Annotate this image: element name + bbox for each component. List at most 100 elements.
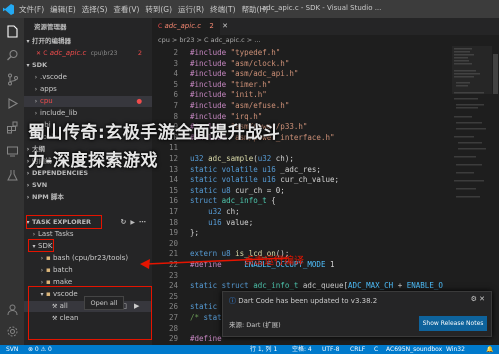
wrench-icon: ⚒ bbox=[52, 315, 58, 322]
account-icon[interactable] bbox=[3, 300, 21, 318]
open-editor-filename: adc_apic.c bbox=[49, 49, 87, 57]
show-release-notes-button[interactable]: Show Release Notes bbox=[419, 316, 487, 331]
sdk-task-folder[interactable]: ▾ SDK bbox=[24, 241, 152, 252]
line-number: 4 bbox=[173, 69, 178, 79]
extensions-icon[interactable] bbox=[3, 118, 21, 136]
task-explorer-header[interactable]: ▾ TASK EXPLORER ↻ ▶ ⋯ bbox=[24, 217, 152, 228]
scroll-thumb[interactable] bbox=[493, 54, 498, 94]
source-control-icon[interactable] bbox=[3, 70, 21, 88]
task-group-make[interactable]: › ▪ make bbox=[24, 277, 152, 288]
last-tasks-label: Last Tasks bbox=[38, 230, 74, 238]
folder-icon: ▪ bbox=[46, 254, 51, 262]
task-explorer-label: TASK EXPLORER bbox=[32, 218, 92, 226]
folder-icon: ▪ bbox=[46, 290, 51, 298]
status-platform[interactable]: Win32 bbox=[446, 345, 465, 354]
chevron-down-icon: ▾ bbox=[26, 219, 30, 226]
line-number: 15 bbox=[168, 185, 178, 195]
close-icon[interactable]: ✕ bbox=[36, 50, 41, 57]
status-indentation[interactable]: 空格: 4 bbox=[292, 345, 312, 354]
tab-problem-badge: 2 bbox=[209, 22, 214, 30]
minimap[interactable] bbox=[452, 46, 492, 226]
folder-item[interactable]: › apps bbox=[24, 84, 152, 95]
more-icon[interactable]: ⋯ bbox=[139, 217, 146, 228]
line-number: 14 bbox=[168, 175, 178, 185]
status-encoding[interactable]: UTF-8 bbox=[322, 345, 340, 354]
code-line: #include "asm/clock.h" bbox=[190, 58, 290, 68]
section-label: SVN bbox=[32, 181, 48, 189]
task-group-batch[interactable]: › ▪ batch bbox=[24, 265, 152, 276]
code-line: }; bbox=[190, 228, 200, 238]
folder-label: apps bbox=[40, 85, 57, 93]
menu-file[interactable]: 文件(F) bbox=[16, 4, 47, 15]
task-label: all bbox=[59, 302, 68, 310]
close-icon[interactable]: ✕ bbox=[222, 22, 228, 30]
editor-scrollbar[interactable] bbox=[492, 46, 499, 345]
chevron-right-icon: › bbox=[40, 267, 44, 274]
testing-icon[interactable] bbox=[3, 166, 21, 184]
open-editors-label: 打开的编辑器 bbox=[32, 37, 71, 45]
chevron-right-icon: › bbox=[34, 98, 38, 105]
close-icon[interactable]: ✕ bbox=[479, 295, 485, 303]
folder-item-selected[interactable]: › cpu ● bbox=[24, 96, 152, 107]
task-label: clean bbox=[59, 314, 79, 322]
error-dot-icon: ● bbox=[136, 97, 142, 105]
status-cursor-position[interactable]: 行 1, 列 1 bbox=[250, 345, 277, 354]
refresh-icon[interactable]: ↻ bbox=[121, 217, 127, 228]
settings-gear-icon[interactable]: ⚙ bbox=[471, 295, 477, 303]
explorer-icon[interactable] bbox=[3, 22, 21, 40]
chevron-right-icon: › bbox=[34, 74, 38, 81]
menu-run[interactable]: 运行(R) bbox=[175, 4, 207, 15]
run-task-icon[interactable]: ▶ bbox=[134, 301, 139, 312]
run-debug-icon[interactable] bbox=[3, 94, 21, 112]
settings-gear-icon[interactable] bbox=[3, 322, 21, 340]
menu-view[interactable]: 查看(V) bbox=[110, 4, 142, 15]
watermark-line-1: 蜀山传奇:玄极手游全面提升战斗 bbox=[28, 123, 281, 143]
line-number: 28 bbox=[168, 323, 178, 333]
status-problems[interactable]: ⊗ 0 ⚠ 0 bbox=[28, 345, 52, 354]
menu-go[interactable]: 转到(G) bbox=[142, 4, 175, 15]
task-item-clean[interactable]: ⚒ clean bbox=[24, 313, 152, 324]
code-line: static volatile u16 cur_ch_value; bbox=[190, 175, 340, 185]
menu-edit[interactable]: 编辑(E) bbox=[47, 4, 79, 15]
open-editor-item[interactable]: ✕ C adc_apic.c cpu\br23 2 bbox=[24, 48, 152, 59]
workspace-root[interactable]: ▾ SDK bbox=[24, 60, 152, 71]
chevron-down-icon: ▾ bbox=[26, 38, 30, 45]
line-number: 24 bbox=[168, 281, 178, 291]
run-icon[interactable]: ▶ bbox=[130, 217, 135, 228]
menu-selection[interactable]: 选择(S) bbox=[79, 4, 111, 15]
chevron-right-icon: › bbox=[34, 86, 38, 93]
status-language[interactable]: C bbox=[374, 345, 378, 354]
npm-scripts-section[interactable]: › NPM 脚本 bbox=[24, 192, 152, 203]
line-number: 7 bbox=[173, 101, 178, 110]
status-eol[interactable]: CRLF bbox=[350, 345, 365, 354]
notification-toast: ⓘ Dart Code has been updated to v3.38.2 … bbox=[222, 291, 492, 337]
status-svn[interactable]: SVN bbox=[6, 345, 18, 354]
menu-terminal[interactable]: 终端(T) bbox=[207, 4, 238, 15]
svn-section[interactable]: › SVN bbox=[24, 180, 152, 191]
task-group-bash[interactable]: › ▪ bash (cpu/br23/tools) bbox=[24, 253, 152, 264]
last-tasks-item[interactable]: › Last Tasks bbox=[24, 229, 152, 240]
breadcrumb[interactable]: cpu > br23 > C adc_apic.c > ... bbox=[152, 35, 499, 46]
line-number: 29 bbox=[168, 334, 178, 344]
search-icon[interactable] bbox=[3, 46, 21, 64]
folder-label: include_lib bbox=[40, 109, 78, 117]
tab-adc-apic[interactable]: C adc_apic.c 2 ✕ bbox=[152, 18, 228, 35]
code-line: #include "init.h" bbox=[190, 90, 267, 100]
notification-message: ⓘ Dart Code has been updated to v3.38.2 bbox=[229, 296, 377, 306]
status-config[interactable]: AC695N_soundbox bbox=[386, 345, 442, 354]
line-number: 19 bbox=[168, 228, 178, 238]
title-bar: 文件(F) 编辑(E) 选择(S) 查看(V) 转到(G) 运行(R) 终端(T… bbox=[0, 0, 499, 18]
info-icon: ⓘ bbox=[229, 297, 236, 305]
window-title: adc_apic.c - SDK - Visual Studio ... bbox=[262, 4, 382, 12]
c-file-icon: C bbox=[158, 23, 163, 30]
notification-bell-icon[interactable]: 🔔 bbox=[486, 345, 493, 354]
folder-item[interactable]: › .vscode bbox=[24, 72, 152, 83]
sdk-task-label: SDK bbox=[38, 242, 53, 250]
open-editors-header[interactable]: ▾ 打开的编辑器 bbox=[24, 36, 152, 47]
line-number: 2 bbox=[173, 48, 178, 57]
line-number: 5 bbox=[173, 79, 178, 89]
open-editor-path: cpu\br23 bbox=[90, 50, 118, 57]
code-line: u32 ch; bbox=[208, 207, 240, 216]
line-number: 27 bbox=[168, 313, 178, 322]
remote-explorer-icon[interactable] bbox=[3, 142, 21, 160]
